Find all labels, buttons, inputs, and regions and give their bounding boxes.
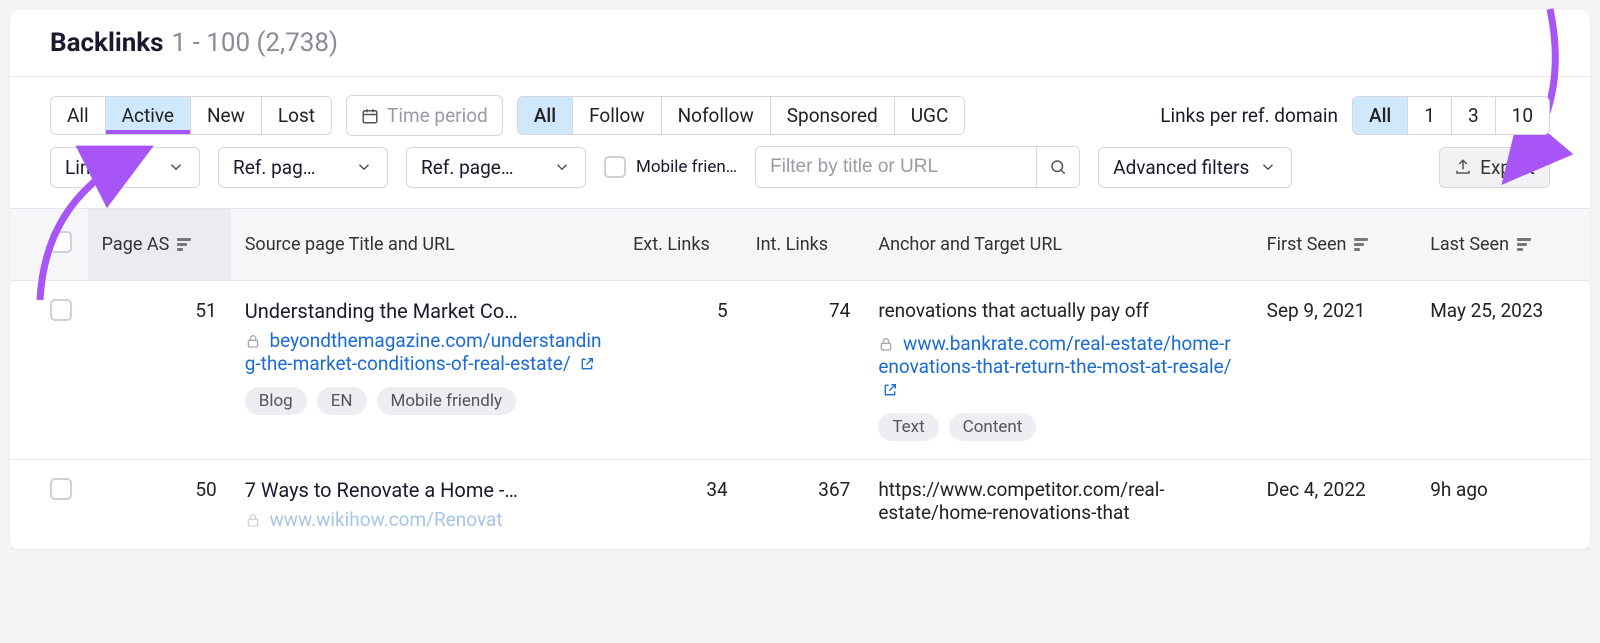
row-checkbox[interactable] — [50, 478, 72, 500]
col-first-seen[interactable]: First Seen — [1253, 209, 1417, 281]
advanced-filters-button[interactable]: Advanced filters — [1098, 147, 1292, 188]
dropdown-label: Ref. page… — [421, 156, 514, 179]
advanced-filters-label: Advanced filters — [1113, 156, 1249, 179]
col-page-as[interactable]: Page AS — [88, 209, 231, 281]
col-last-seen[interactable]: Last Seen — [1416, 209, 1590, 281]
table-row: 50 7 Ways to Renovate a Home -… www.wiki… — [10, 460, 1590, 550]
row-checkbox[interactable] — [50, 299, 72, 321]
panel-header: Backlinks 1 - 100 (2,738) — [10, 28, 1590, 77]
mobile-friendly-filter[interactable]: Mobile frien… — [604, 156, 737, 178]
linksper-all[interactable]: All — [1353, 97, 1408, 134]
linktype-all[interactable]: All — [518, 97, 573, 134]
linktype-sponsored[interactable]: Sponsored — [771, 97, 895, 134]
cell-source: Understanding the Market Co… beyondthema… — [231, 281, 619, 460]
cell-first-seen: Dec 4, 2022 — [1253, 460, 1417, 550]
source-url-link[interactable]: beyondthemagazine.com/understanding-the-… — [245, 329, 602, 375]
cell-ext-links: 34 — [619, 460, 742, 550]
table-header-row: Page AS Source page Title and URL Ext. L… — [10, 209, 1590, 281]
tag: Mobile friendly — [377, 387, 517, 415]
chevron-down-icon — [355, 158, 373, 176]
cell-last-seen: May 25, 2023 — [1416, 281, 1590, 460]
chevron-down-icon — [1259, 158, 1277, 176]
sort-icon — [1354, 238, 1368, 251]
cell-anchor: https://www.competitor.com/real-estate/h… — [864, 460, 1252, 550]
lock-icon — [878, 336, 894, 352]
export-button[interactable]: Export — [1439, 147, 1550, 188]
col-ext-links[interactable]: Ext. Links — [619, 209, 742, 281]
source-title: Understanding the Market Co… — [245, 299, 605, 323]
backlinks-table: Page AS Source page Title and URL Ext. L… — [10, 208, 1590, 550]
linksper-10[interactable]: 10 — [1496, 97, 1549, 134]
links-per-domain-label: Links per ref. domain — [1160, 104, 1338, 127]
tag: Content — [949, 413, 1037, 441]
lock-icon — [245, 512, 261, 528]
external-link-icon[interactable] — [882, 382, 898, 398]
link-filter-dropdown[interactable]: Link… — [50, 147, 200, 188]
cell-ext-links: 5 — [619, 281, 742, 460]
mobile-friendly-label: Mobile frien… — [636, 157, 737, 177]
col-source[interactable]: Source page Title and URL — [231, 209, 619, 281]
table-row: 51 Understanding the Market Co… beyondth… — [10, 281, 1590, 460]
refpage-filter-dropdown-2[interactable]: Ref. page… — [406, 147, 586, 188]
linksper-3[interactable]: 3 — [1452, 97, 1496, 134]
cell-page-as: 51 — [88, 281, 231, 460]
cell-page-as: 50 — [88, 460, 231, 550]
search-input[interactable] — [756, 147, 1036, 187]
tag: Blog — [245, 387, 307, 415]
status-all[interactable]: All — [51, 97, 106, 134]
dropdown-label: Link… — [65, 156, 113, 179]
chevron-down-icon — [553, 158, 571, 176]
anchor-text: renovations that actually pay off — [878, 299, 1238, 322]
filter-row-2: Link… Ref. pag… Ref. page… Mobile frien…… — [10, 146, 1590, 208]
status-new[interactable]: New — [191, 97, 262, 134]
refpage-filter-dropdown-1[interactable]: Ref. pag… — [218, 147, 388, 188]
source-title: 7 Ways to Renovate a Home -… — [245, 478, 605, 502]
sort-icon — [177, 238, 191, 251]
cell-first-seen: Sep 9, 2021 — [1253, 281, 1417, 460]
results-range: 1 - 100 (2,738) — [172, 28, 339, 58]
cell-last-seen: 9h ago — [1416, 460, 1590, 550]
cell-anchor: renovations that actually pay off www.ba… — [864, 281, 1252, 460]
col-int-links[interactable]: Int. Links — [742, 209, 865, 281]
tag: Text — [878, 413, 938, 441]
target-url-link[interactable]: www.bankrate.com/real-estate/home-renova… — [878, 332, 1231, 378]
search-button[interactable] — [1036, 147, 1079, 187]
sort-icon — [1517, 238, 1531, 251]
export-label: Export — [1480, 156, 1535, 179]
anchor-text: https://www.competitor.com/real-estate/h… — [878, 478, 1238, 524]
time-period-label: Time period — [387, 104, 488, 127]
linktype-follow[interactable]: Follow — [573, 97, 662, 134]
links-per-domain: Links per ref. domain All 1 3 10 — [1160, 96, 1550, 135]
checkbox-icon — [604, 156, 626, 178]
filter-row-1: All Active New Lost Time period All Foll… — [10, 77, 1590, 146]
status-lost[interactable]: Lost — [262, 97, 331, 134]
chevron-down-icon — [167, 158, 185, 176]
status-active[interactable]: Active — [106, 97, 191, 134]
export-icon — [1454, 158, 1472, 176]
cell-source: 7 Ways to Renovate a Home -… www.wikihow… — [231, 460, 619, 550]
external-link-icon[interactable] — [579, 356, 595, 372]
search-icon — [1049, 158, 1067, 176]
col-anchor[interactable]: Anchor and Target URL — [864, 209, 1252, 281]
linksper-1[interactable]: 1 — [1408, 97, 1452, 134]
cell-int-links: 367 — [742, 460, 865, 550]
status-filter: All Active New Lost — [50, 96, 332, 135]
search-filter — [755, 146, 1080, 188]
tag: EN — [317, 387, 367, 415]
calendar-icon — [361, 107, 379, 125]
cell-int-links: 74 — [742, 281, 865, 460]
linktype-ugc[interactable]: UGC — [895, 97, 965, 134]
dropdown-label: Ref. pag… — [233, 156, 316, 179]
linktype-nofollow[interactable]: Nofollow — [662, 97, 771, 134]
page-title: Backlinks — [50, 28, 164, 58]
select-all-checkbox[interactable] — [50, 231, 72, 253]
source-url-link[interactable]: www.wikihow.com/Renovat — [269, 508, 502, 531]
time-period-button[interactable]: Time period — [346, 95, 503, 136]
lock-icon — [245, 333, 261, 349]
linktype-filter: All Follow Nofollow Sponsored UGC — [517, 96, 966, 135]
